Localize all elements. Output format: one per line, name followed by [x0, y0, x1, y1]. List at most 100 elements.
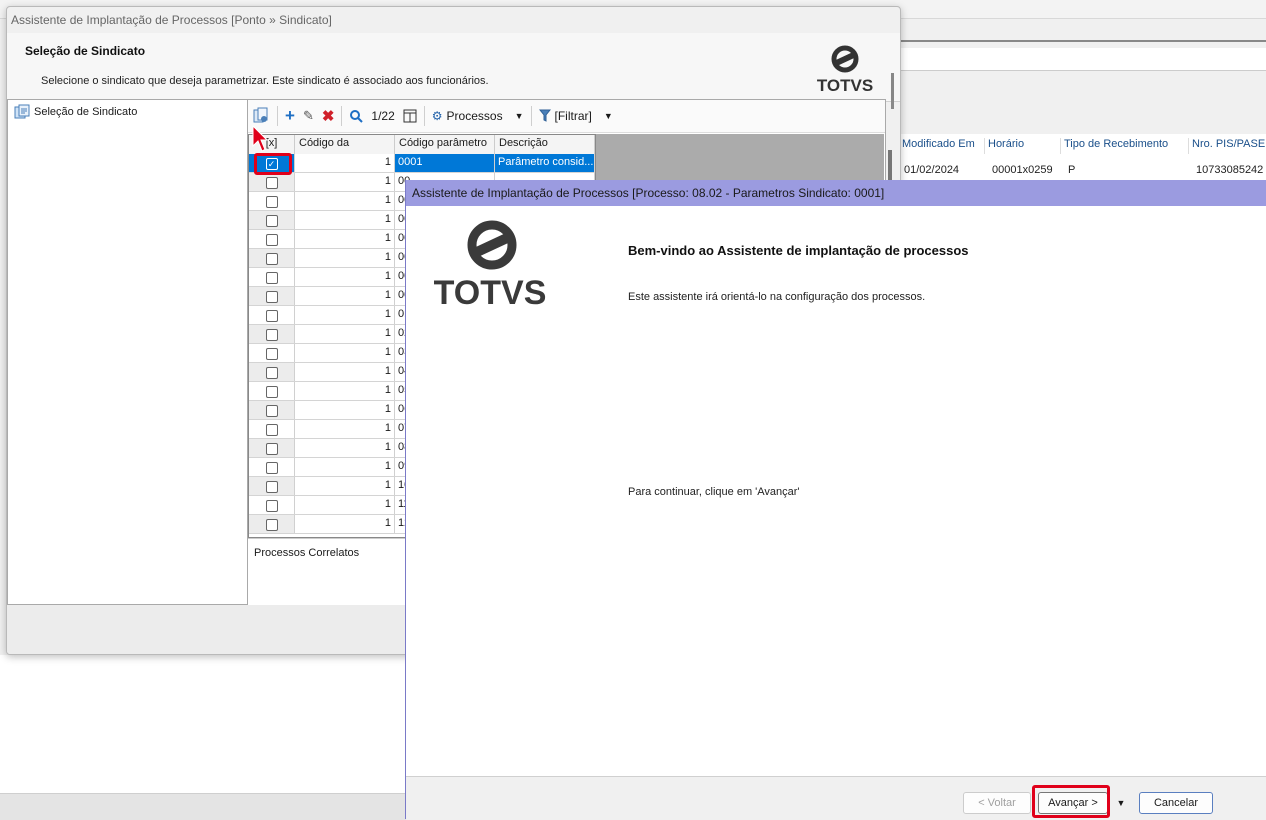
- row-select-cell[interactable]: [249, 230, 295, 248]
- cell-codigo-da: 1: [295, 439, 395, 457]
- row-checkbox[interactable]: [265, 462, 278, 474]
- highlight-checkbox: [254, 153, 292, 175]
- cell-codigo-da: 1: [295, 211, 395, 229]
- bg-col-pis[interactable]: Nro. PIS/PASEP: [1188, 138, 1266, 154]
- row-checkbox[interactable]: [265, 424, 278, 436]
- row-checkbox[interactable]: [265, 386, 278, 398]
- filter-icon: [538, 109, 551, 122]
- row-checkbox[interactable]: [265, 215, 278, 227]
- chevron-down-icon: ▼: [514, 111, 524, 121]
- cell-codigo-da: 1: [295, 173, 395, 191]
- col-codigo-da[interactable]: Código da: [295, 135, 395, 154]
- row-select-cell[interactable]: [249, 382, 295, 400]
- logo-text: TOTVS: [434, 274, 546, 308]
- gear-icon: ⚙: [431, 109, 443, 123]
- totvs-logo-large: TOTVS: [434, 220, 546, 312]
- edit-button[interactable]: ✎: [299, 104, 318, 128]
- toolbar-separator: [530, 106, 532, 126]
- row-select-cell[interactable]: [249, 173, 295, 191]
- row-checkbox[interactable]: [265, 253, 278, 265]
- row-select-cell[interactable]: [249, 477, 295, 495]
- row-checkbox[interactable]: [265, 329, 278, 341]
- search-button[interactable]: [345, 104, 367, 128]
- add-button[interactable]: +: [281, 104, 299, 128]
- row-checkbox[interactable]: [265, 196, 278, 208]
- scrollbar[interactable]: [891, 73, 894, 109]
- row-select-cell[interactable]: [249, 363, 295, 381]
- dialog-footer: < Voltar Avançar > ▼ Cancelar: [406, 776, 1266, 820]
- row-select-cell[interactable]: [249, 249, 295, 267]
- background-panel: [0, 655, 406, 793]
- row-select-cell[interactable]: [249, 268, 295, 286]
- filtrar-dropdown[interactable]: [Filtrar] ▼: [535, 104, 617, 128]
- row-select-cell[interactable]: [249, 420, 295, 438]
- row-select-cell[interactable]: [249, 496, 295, 514]
- tree-item-selecao-sindicato[interactable]: Seleção de Sindicato: [14, 104, 137, 120]
- row-checkbox[interactable]: [265, 272, 278, 284]
- row-checkbox[interactable]: [265, 310, 278, 322]
- cell-codigo-da: 1: [295, 192, 395, 210]
- row-select-cell[interactable]: [249, 401, 295, 419]
- row-select-cell[interactable]: [249, 458, 295, 476]
- row-checkbox[interactable]: [265, 500, 278, 512]
- background-status-bar: [0, 793, 406, 820]
- bg-cell: P: [1068, 164, 1076, 176]
- wizard-step-icon: [14, 104, 30, 119]
- window-title: Assistente de Implantação de Processos […: [11, 13, 332, 27]
- search-icon: [350, 110, 364, 123]
- row-select-cell[interactable]: [249, 287, 295, 305]
- voltar-button[interactable]: < Voltar: [963, 792, 1031, 814]
- row-select-cell[interactable]: [249, 515, 295, 533]
- row-select-cell[interactable]: [249, 344, 295, 362]
- table-row[interactable]: ✓ 1 0001 Parâmetro consid...: [249, 154, 595, 173]
- row-checkbox[interactable]: [265, 348, 278, 360]
- dialog-title: Assistente de Implantação de Processos […: [412, 186, 885, 200]
- cell-codigo-da: 1: [295, 287, 395, 305]
- bg-col-modificado[interactable]: Modificado Em: [898, 138, 975, 154]
- toolbar-separator: [423, 106, 425, 126]
- row-select-cell[interactable]: [249, 192, 295, 210]
- documents-gear-icon: [253, 107, 268, 123]
- row-select-cell[interactable]: [249, 325, 295, 343]
- row-checkbox[interactable]: [265, 367, 278, 379]
- cell-descricao: Parâmetro consid...: [495, 154, 595, 172]
- filtrar-label: [Filtrar]: [554, 109, 592, 123]
- row-checkbox[interactable]: [265, 234, 278, 246]
- step-title: Seleção de Sindicato: [25, 44, 146, 58]
- processos-dropdown[interactable]: ⚙ Processos ▼: [428, 104, 528, 128]
- col-descricao[interactable]: Descrição: [495, 135, 595, 154]
- col-codigo-parametro[interactable]: Código parâmetro: [395, 135, 495, 154]
- row-checkbox[interactable]: [265, 291, 278, 303]
- row-checkbox[interactable]: [265, 481, 278, 493]
- chevron-down-icon: ▼: [603, 111, 613, 121]
- row-checkbox[interactable]: [265, 443, 278, 455]
- bg-col-tipo[interactable]: Tipo de Recebimento: [1060, 138, 1168, 154]
- cell-codigo-da: 1: [295, 458, 395, 476]
- grid-toolbar: + ✎ ✖ 1/22 ⚙ Processos ▼ [Filtrar] ▼: [248, 100, 885, 133]
- delete-button[interactable]: ✖: [318, 104, 339, 128]
- avancar-dropdown-button[interactable]: ▼: [1114, 792, 1128, 814]
- row-select-cell[interactable]: [249, 439, 295, 457]
- row-checkbox[interactable]: [265, 177, 278, 189]
- row-checkbox[interactable]: [265, 405, 278, 417]
- cancelar-button[interactable]: Cancelar: [1139, 792, 1213, 814]
- row-select-cell[interactable]: [249, 211, 295, 229]
- columns-icon: [403, 109, 417, 123]
- bg-cell: 10733085242: [1196, 164, 1264, 176]
- highlight-avancar: [1032, 785, 1110, 818]
- plus-icon: +: [285, 106, 295, 125]
- pencil-icon: ✎: [302, 108, 314, 123]
- row-select-cell[interactable]: [249, 306, 295, 324]
- cell-codigo-da: 1: [295, 382, 395, 400]
- cell-codigo-da: 1: [295, 401, 395, 419]
- row-checkbox[interactable]: [265, 519, 278, 531]
- totvs-logo: TOTVS: [815, 45, 875, 97]
- cell-codigo-da: 1: [295, 268, 395, 286]
- cell-codigo-da: 1: [295, 249, 395, 267]
- columns-button[interactable]: [399, 104, 421, 128]
- cell-codigo-parametro: 0001: [395, 154, 495, 172]
- bg-cell: 01/02/2024: [904, 164, 960, 176]
- logo-text: TOTVS: [817, 76, 873, 95]
- background-divider: [900, 40, 1266, 48]
- bg-col-horario[interactable]: Horário: [984, 138, 1024, 154]
